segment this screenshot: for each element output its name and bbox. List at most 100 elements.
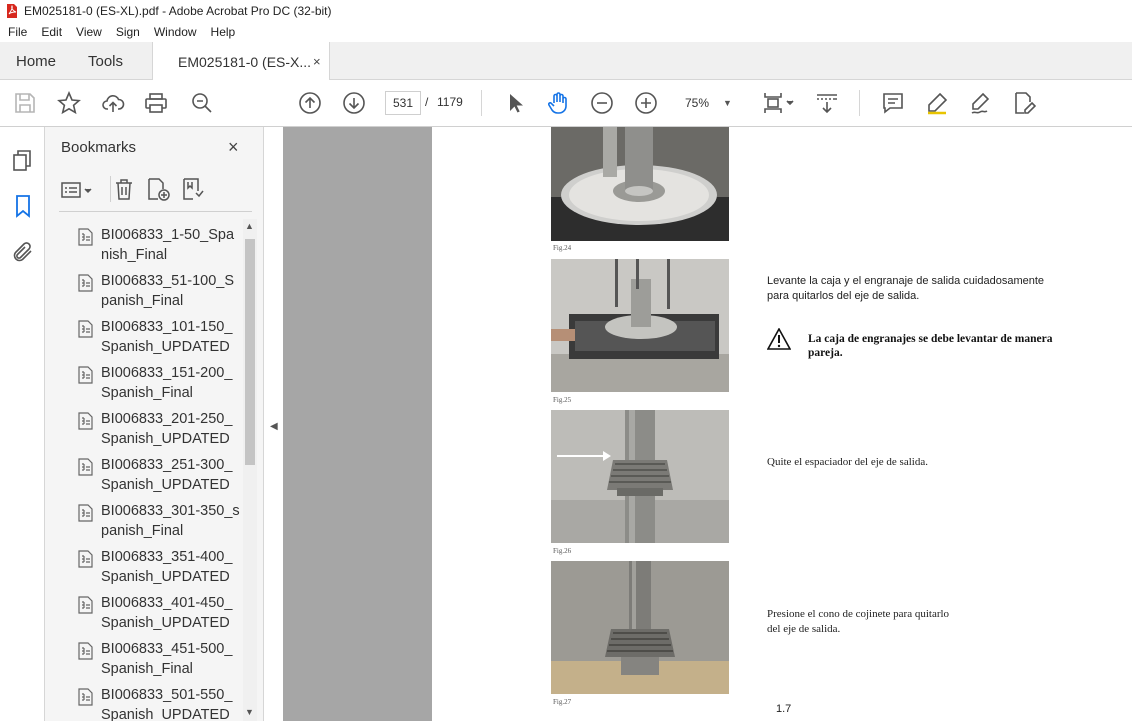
menu-sign[interactable]: Sign [109,25,147,39]
tab-document[interactable]: EM025181-0 (ES-X... × [152,42,330,81]
save-icon[interactable] [13,91,37,115]
zoom-out-search-icon[interactable] [190,91,214,115]
new-bookmark-icon[interactable] [145,177,171,206]
bookmark-label: BI006833_301-350_spanish_Final [101,503,240,539]
bookmarks-list: BI006833_1-50_Spanish_Final BI006833_51-… [59,219,243,721]
bookmark-tree-icon [77,596,95,614]
bookmark-item[interactable]: BI006833_501-550_Spanish_UPDATED [59,679,243,721]
bookmark-item[interactable]: BI006833_201-250_Spanish_UPDATED [59,403,243,449]
zoom-out-icon[interactable] [590,91,614,115]
page-up-icon[interactable] [298,91,322,115]
scrollbar-thumb[interactable] [245,239,255,465]
bookmark-item[interactable]: BI006833_101-150_Spanish_UPDATED [59,311,243,357]
bookmarks-title: Bookmarks [61,139,137,156]
bookmark-item[interactable]: BI006833_351-400_Spanish_UPDATED [59,541,243,587]
bookmarks-separator [59,211,252,212]
title-bar: EM025181-0 (ES-XL).pdf - Adobe Acrobat P… [0,0,1132,22]
scroll-down-icon[interactable]: ▼ [245,707,254,717]
bookmarks-toolbar [59,176,259,204]
menu-edit[interactable]: Edit [34,25,69,39]
window-title: EM025181-0 (ES-XL).pdf - Adobe Acrobat P… [24,4,332,18]
bookmark-item[interactable]: BI006833_401-450_Spanish_UPDATED [59,587,243,633]
document-viewport[interactable]: Fig.24 Fig.25 Fig.26 Fig.27 Levante la c… [283,127,1132,721]
delete-trash-icon[interactable] [112,177,136,206]
hand-tool-icon[interactable] [546,91,570,115]
draw-sign-icon[interactable] [969,91,993,115]
attachment-paperclip-icon[interactable] [11,240,35,264]
bookmark-item[interactable]: BI006833_51-100_Spanish_Final [59,265,243,311]
step-text-line: Levante la caja y el engranaje de salida… [767,275,1045,287]
bookmark-options-icon[interactable] [61,179,95,206]
scroll-up-icon[interactable]: ▲ [245,221,254,231]
bookmark-label: BI006833_351-400_Spanish_UPDATED [101,549,233,585]
zoom-level-select[interactable]: 75% ▼ [679,91,739,115]
star-icon[interactable] [57,91,81,115]
toolbar-divider [859,90,860,116]
bookmark-tree-icon [77,642,95,660]
figure-photo-shaft-spacer [551,410,729,543]
page-down-icon[interactable] [342,91,366,115]
bookmark-item[interactable]: BI006833_151-200_Spanish_Final [59,357,243,403]
bookmark-item[interactable]: BI006833_451-500_Spanish_Final [59,633,243,679]
zoom-in-icon[interactable] [634,91,658,115]
bookmark-tree-icon [77,228,95,246]
select-cursor-icon[interactable] [503,91,527,115]
menu-window[interactable]: Window [147,25,204,39]
bookmark-label: BI006833_51-100_Spanish_Final [101,273,235,309]
bookmarks-panel: Bookmarks × BI006833_1-50_Spanish_Final … [45,127,264,721]
warning-text: La caja de engranajes se debe levantar d… [808,332,1088,360]
bookmark-label: BI006833_1-50_Spanish_Final [101,227,235,263]
panel-collapse-strip[interactable]: ◀ [264,127,283,721]
page-number-input[interactable]: 531 [385,91,421,115]
bookmark-properties-icon[interactable] [180,177,206,206]
bookmark-item[interactable]: BI006833_251-300_Spanish_UPDATED [59,449,243,495]
collapse-arrow-icon[interactable]: ◀ [270,421,278,432]
step-press-bearing-cone-text: Presione el cono de cojinete para quitar… [767,607,949,637]
bookmark-item[interactable]: BI006833_1-50_Spanish_Final [59,219,243,265]
bookmark-label: BI006833_151-200_Spanish_Final [101,365,233,401]
page-display-icon[interactable] [762,91,796,115]
menu-help[interactable]: Help [204,25,243,39]
page-thumbnails-icon[interactable] [11,148,35,172]
close-icon[interactable]: × [228,137,239,158]
tab-tools[interactable]: Tools [88,53,123,70]
tab-home[interactable]: Home [16,53,56,70]
tab-document-label: EM025181-0 (ES-X... [178,54,312,70]
warning-triangle-icon [766,327,792,355]
toolbar-divider [110,176,111,202]
bookmark-tree-icon [77,504,95,522]
comment-icon[interactable] [881,91,905,115]
acrobat-logo-icon [6,4,18,18]
tab-close-icon[interactable]: × [313,54,321,69]
scrolling-mode-icon[interactable] [815,91,839,115]
bookmark-tree-icon [77,366,95,384]
navigation-rail [0,127,45,721]
bookmark-icon[interactable] [11,194,35,218]
page-total: 1179 [437,95,463,109]
bookmark-tree-icon [77,412,95,430]
figure-photo-bearing-cone [551,561,729,694]
print-icon[interactable] [144,91,168,115]
bookmarks-scrollbar[interactable]: ▲ ▼ [243,219,257,721]
page-separator: / [425,95,429,109]
bookmark-tree-icon [77,550,95,568]
figure-photo-gear [551,127,729,241]
warning-text-line: pareja. [808,347,843,359]
bookmark-label: BI006833_401-450_Spanish_UPDATED [101,595,233,631]
bookmark-label: BI006833_251-300_Spanish_UPDATED [101,457,233,493]
bookmark-item[interactable]: BI006833_301-350_spanish_Final [59,495,243,541]
highlight-pen-icon[interactable] [925,91,949,115]
figure-caption: Fig.24 [553,244,572,252]
step-text-line: del eje de salida. [767,623,841,635]
page-number: 1.7 [776,703,792,715]
bookmark-label: BI006833_451-500_Spanish_Final [101,641,233,677]
figure-caption: Fig.27 [553,698,572,706]
bookmark-tree-icon [77,320,95,338]
zoom-level-value: 75% [685,96,710,110]
tab-bar: Home Tools EM025181-0 (ES-X... × [0,42,1132,81]
menu-bar: File Edit View Sign Window Help [0,22,1132,42]
menu-view[interactable]: View [69,25,109,39]
upload-cloud-icon[interactable] [101,91,125,115]
menu-file[interactable]: File [0,25,34,39]
fill-sign-icon[interactable] [1012,91,1036,115]
